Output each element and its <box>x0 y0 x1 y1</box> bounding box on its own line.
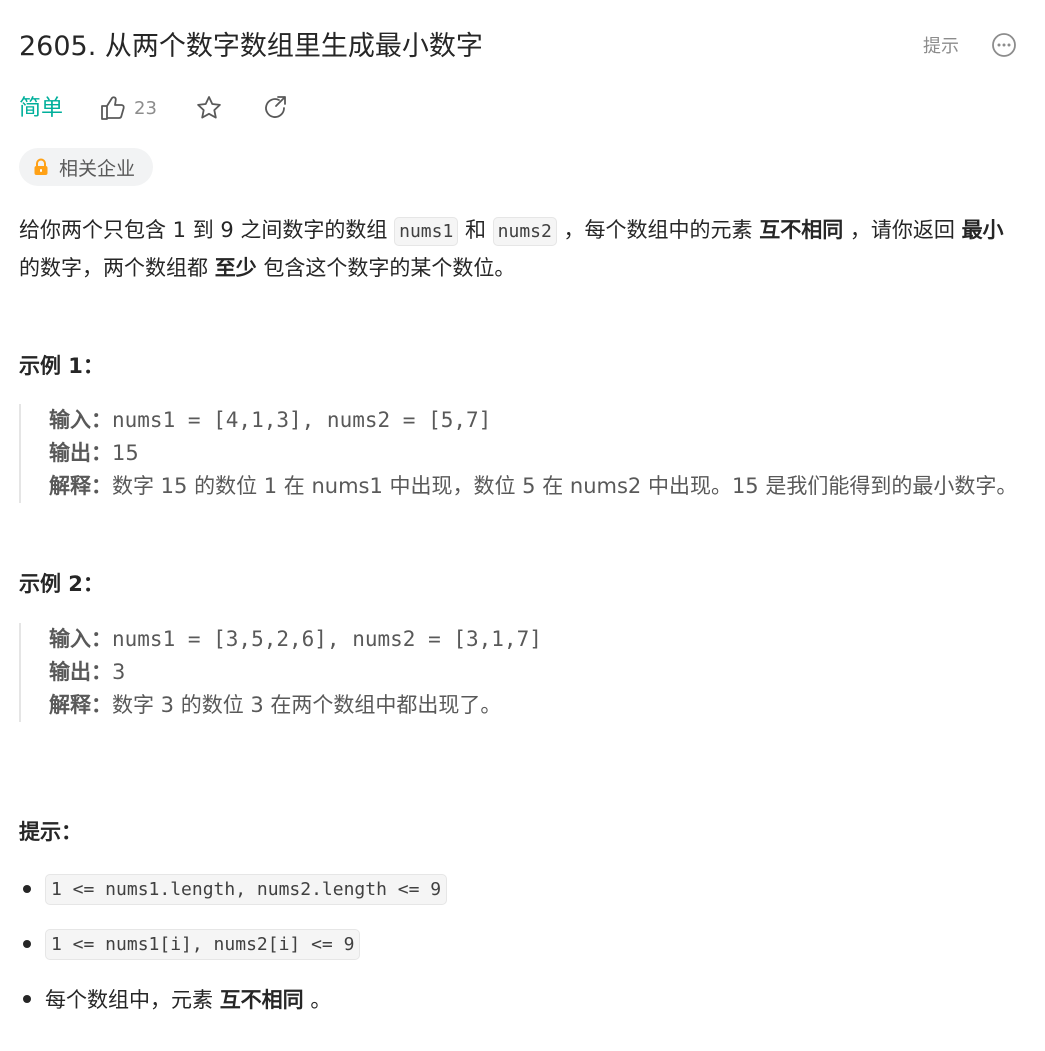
example-2-block: 输入：nums1 = [3,5,2,6], nums2 = [3,1,7] 输出… <box>19 623 1025 722</box>
example-1-input: nums1 = [4,1,3], nums2 = [5,7] <box>112 408 492 432</box>
example-2-explanation: 数字 3 的数位 3 在两个数组中都出现了。 <box>112 693 502 717</box>
bold-min: 最小 <box>961 218 1004 242</box>
constraint-item: 1 <= nums1.length, nums2.length <= 9 <box>19 871 1019 907</box>
desc-text: 和 <box>458 218 493 242</box>
example-2-explanation-line: 解释：数字 3 的数位 3 在两个数组中都出现了。 <box>49 689 1025 722</box>
desc-text: 给你两个只包含 1 到 9 之间数字的数组 <box>19 218 395 242</box>
problem-description: 给你两个只包含 1 到 9 之间数字的数组 nums1 和 nums2 ，每个数… <box>19 212 1019 286</box>
constraint-item: 1 <= nums1[i], nums2[i] <= 9 <box>19 926 1019 962</box>
problem-meta-row: 简单 23 <box>19 92 419 126</box>
desc-text: ，每个数组中的元素 <box>556 218 760 242</box>
desc-text: 包含这个数字的某个数位。 <box>256 256 516 280</box>
example-2-output-line: 输出：3 <box>49 656 1025 689</box>
related-companies-button[interactable]: 相关企业 <box>19 148 153 186</box>
constraint-plain: 每个数组中，元素 <box>45 988 220 1012</box>
bullet-dot <box>23 885 31 893</box>
example-1-output-line: 输出：15 <box>49 437 1025 470</box>
like-count: 23 <box>134 98 157 119</box>
inline-code-nums1: nums1 <box>394 217 459 246</box>
example-1-input-line: 输入：nums1 = [4,1,3], nums2 = [5,7] <box>49 404 1025 437</box>
example-1-explanation: 数字 15 的数位 1 在 nums1 中出现，数位 5 在 nums2 中出现… <box>112 474 1018 498</box>
example-2-input: nums1 = [3,5,2,6], nums2 = [3,1,7] <box>112 627 542 651</box>
desc-text: 的数字，两个数组都 <box>19 256 215 280</box>
problem-title[interactable]: 2605. 从两个数字数组里生成最小数字 <box>19 28 483 66</box>
bold-atleast: 至少 <box>214 256 257 280</box>
related-companies-label: 相关企业 <box>59 157 136 180</box>
star-icon[interactable] <box>195 94 223 122</box>
constraint-text: 每个数组中，元素 互不相同 。 <box>45 984 331 1014</box>
constraint-bold: 互不相同 <box>219 988 304 1012</box>
explanation-label: 解释： <box>49 693 112 717</box>
share-icon[interactable] <box>261 94 289 122</box>
input-label: 输入： <box>49 408 112 432</box>
constraint-code: 1 <= nums1[i], nums2[i] <= 9 <box>45 928 361 960</box>
example-1-heading: 示例 1： <box>19 354 104 378</box>
desc-text: ，请你返回 <box>843 218 962 242</box>
constraints-heading: 提示： <box>19 820 82 844</box>
bullet-dot <box>23 940 31 948</box>
output-label: 输出： <box>49 660 112 684</box>
example-2-input-line: 输入：nums1 = [3,5,2,6], nums2 = [3,1,7] <box>49 623 1025 656</box>
constraint-item: 每个数组中，元素 互不相同 。 <box>19 981 1019 1017</box>
title-row: 2605. 从两个数字数组里生成最小数字 提示 <box>19 28 1027 68</box>
constraint-code: 1 <= nums1.length, nums2.length <= 9 <box>45 873 448 905</box>
hint-link[interactable]: 提示 <box>923 36 959 58</box>
constraint-tail: 。 <box>303 988 332 1012</box>
more-dots-icon[interactable] <box>991 32 1017 58</box>
difficulty-badge: 简单 <box>19 96 64 121</box>
example-1-explanation-line: 解释：数字 15 的数位 1 在 nums1 中出现，数位 5 在 nums2 … <box>49 470 1025 503</box>
input-label: 输入： <box>49 627 112 651</box>
example-1-block: 输入：nums1 = [4,1,3], nums2 = [5,7] 输出：15 … <box>19 404 1025 503</box>
example-2-heading: 示例 2： <box>19 572 104 596</box>
bold-distinct: 互不相同 <box>759 218 844 242</box>
inline-code-nums2: nums2 <box>492 217 557 246</box>
bullet-dot <box>23 995 31 1003</box>
thumbs-up-icon[interactable] <box>99 94 127 122</box>
example-2-output: 3 <box>112 660 126 684</box>
example-1-output: 15 <box>112 441 139 465</box>
explanation-label: 解释： <box>49 474 112 498</box>
lock-icon <box>34 158 48 175</box>
output-label: 输出： <box>49 441 112 465</box>
